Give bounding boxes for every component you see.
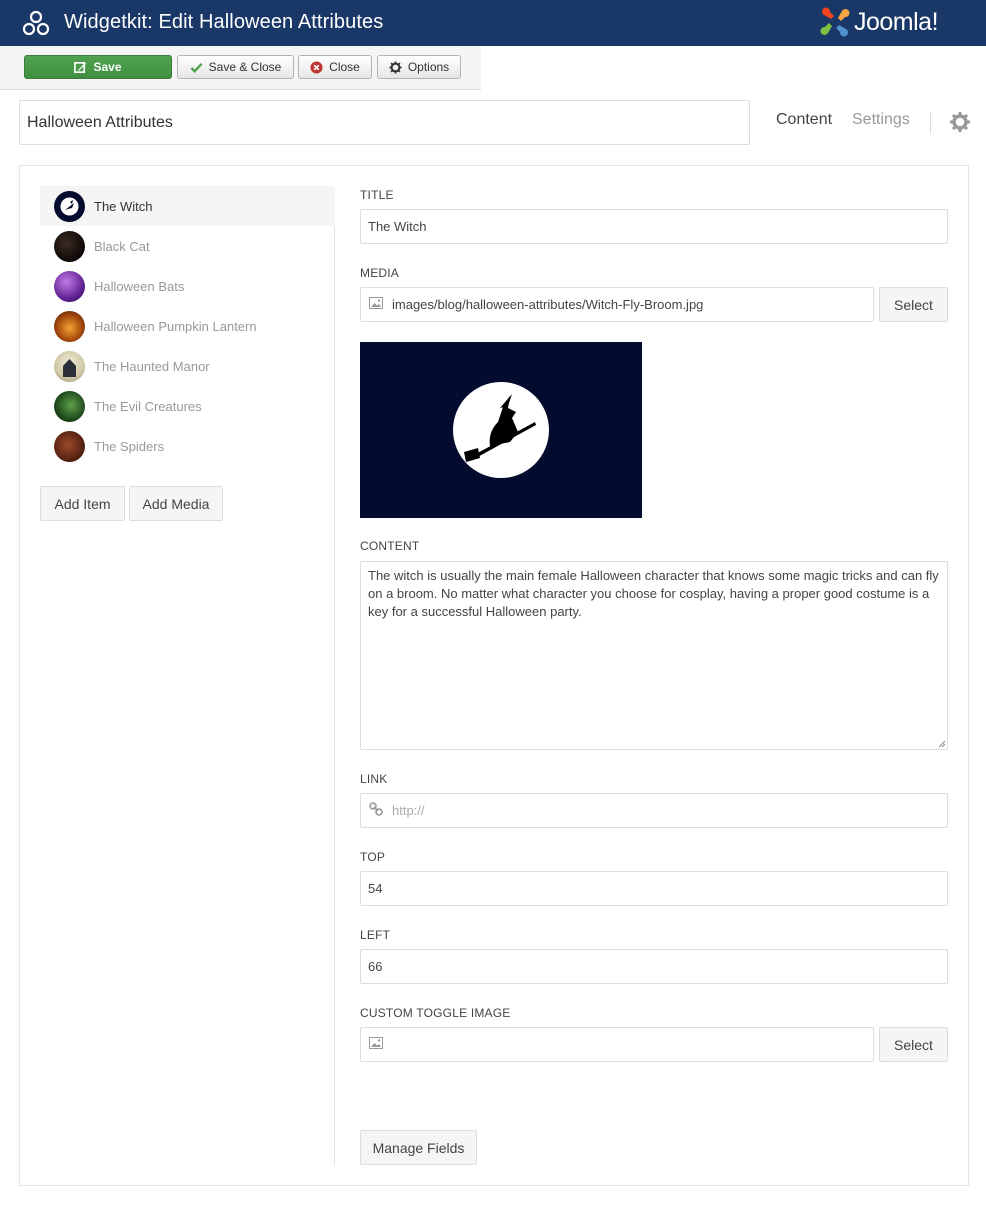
media-select-button[interactable]: Select bbox=[879, 287, 948, 322]
settings-gear-icon[interactable] bbox=[949, 111, 971, 133]
items-list: The Witch Black Cat Halloween Bats Hallo… bbox=[40, 186, 335, 1166]
manage-fields-button[interactable]: Manage Fields bbox=[360, 1130, 477, 1165]
toolbar: Save Save & Close Close Options bbox=[0, 46, 481, 90]
item-thumbnail bbox=[54, 310, 85, 342]
widgetkit-logo-icon bbox=[22, 10, 50, 36]
list-item-the-spiders[interactable]: The Spiders bbox=[40, 426, 335, 466]
add-media-button[interactable]: Add Media bbox=[129, 486, 223, 521]
custom-toggle-image-label: Custom Toggle Image bbox=[360, 1006, 511, 1020]
link-icon bbox=[369, 802, 383, 816]
item-label: Halloween Bats bbox=[94, 278, 185, 294]
close-button-label: Close bbox=[329, 60, 360, 74]
link-placeholder: http:// bbox=[392, 803, 425, 818]
list-item-halloween-pumpkin-lantern[interactable]: Halloween Pumpkin Lantern bbox=[40, 306, 335, 346]
save-button[interactable]: Save bbox=[24, 55, 172, 79]
tab-divider bbox=[930, 112, 931, 134]
joomla-brand-text: Joomla! bbox=[854, 7, 939, 36]
content-textarea[interactable]: The witch is usually the main female Hal… bbox=[360, 561, 948, 750]
item-label: Halloween Pumpkin Lantern bbox=[94, 318, 257, 334]
link-label: Link bbox=[360, 772, 388, 786]
custom-toggle-image-input[interactable] bbox=[360, 1027, 874, 1062]
top-label: Top bbox=[360, 850, 386, 864]
item-thumbnail bbox=[54, 350, 85, 382]
content-text: The witch is usually the main female Hal… bbox=[368, 568, 939, 619]
edit-icon bbox=[74, 61, 87, 73]
top-input[interactable]: 54 bbox=[360, 871, 948, 906]
item-thumbnail bbox=[54, 430, 85, 462]
title-input[interactable]: The Witch bbox=[360, 209, 948, 244]
image-icon bbox=[369, 1037, 383, 1049]
image-icon bbox=[369, 297, 383, 309]
left-input[interactable]: 66 bbox=[360, 949, 948, 984]
joomla-logo-icon bbox=[820, 7, 850, 37]
top-bar: Widgetkit: Edit Halloween Attributes Joo… bbox=[0, 0, 986, 46]
link-input[interactable]: http:// bbox=[360, 793, 948, 828]
joomla-logo: Joomla! bbox=[820, 5, 939, 39]
save-close-button-label: Save & Close bbox=[208, 60, 282, 74]
item-thumbnail bbox=[54, 190, 85, 222]
media-input[interactable]: images/blog/halloween-attributes/Witch-F… bbox=[360, 287, 874, 322]
add-item-button[interactable]: Add Item bbox=[40, 486, 125, 521]
gear-icon bbox=[389, 60, 402, 74]
title-label: Title bbox=[360, 188, 394, 202]
list-item-halloween-bats[interactable]: Halloween Bats bbox=[40, 266, 335, 306]
save-close-button[interactable]: Save & Close bbox=[177, 55, 294, 79]
media-path: images/blog/halloween-attributes/Witch-F… bbox=[392, 297, 704, 312]
save-button-label: Save bbox=[93, 60, 122, 74]
options-button[interactable]: Options bbox=[377, 55, 461, 79]
item-label: The Spiders bbox=[94, 438, 165, 454]
list-item-the-witch[interactable]: The Witch bbox=[40, 186, 335, 226]
check-icon bbox=[190, 62, 203, 73]
content-label: Content bbox=[360, 539, 420, 553]
item-label: Black Cat bbox=[94, 238, 150, 254]
item-thumbnail bbox=[54, 230, 85, 262]
left-label: Left bbox=[360, 928, 391, 942]
list-item-the-evil-creatures[interactable]: The Evil Creatures bbox=[40, 386, 335, 426]
list-item-the-haunted-manor[interactable]: The Haunted Manor bbox=[40, 346, 335, 386]
item-label: The Witch bbox=[94, 198, 153, 214]
item-label: The Evil Creatures bbox=[94, 398, 202, 414]
editor-panel: The Witch Black Cat Halloween Bats Hallo… bbox=[19, 165, 969, 1186]
witch-icon bbox=[60, 197, 79, 215]
close-button[interactable]: Close bbox=[298, 55, 372, 79]
item-form: Title The Witch Media images/blog/hallow… bbox=[360, 166, 950, 1186]
item-thumbnail bbox=[54, 270, 85, 302]
manor-icon bbox=[63, 358, 76, 377]
list-item-black-cat[interactable]: Black Cat bbox=[40, 226, 335, 266]
item-thumbnail bbox=[54, 390, 85, 422]
widget-title-input[interactable]: Halloween Attributes bbox=[19, 100, 750, 145]
media-preview-image bbox=[360, 342, 642, 518]
close-circle-icon bbox=[310, 60, 323, 74]
toggle-image-select-button[interactable]: Select bbox=[879, 1027, 948, 1062]
witch-broom-icon bbox=[453, 382, 549, 478]
media-label: Media bbox=[360, 266, 400, 280]
tab-settings[interactable]: Settings bbox=[852, 111, 910, 129]
page-title: Widgetkit: Edit Halloween Attributes bbox=[64, 11, 384, 33]
item-label: The Haunted Manor bbox=[94, 358, 210, 374]
tab-content[interactable]: Content bbox=[776, 111, 832, 129]
resize-handle-icon[interactable] bbox=[938, 740, 946, 748]
options-button-label: Options bbox=[407, 60, 450, 74]
